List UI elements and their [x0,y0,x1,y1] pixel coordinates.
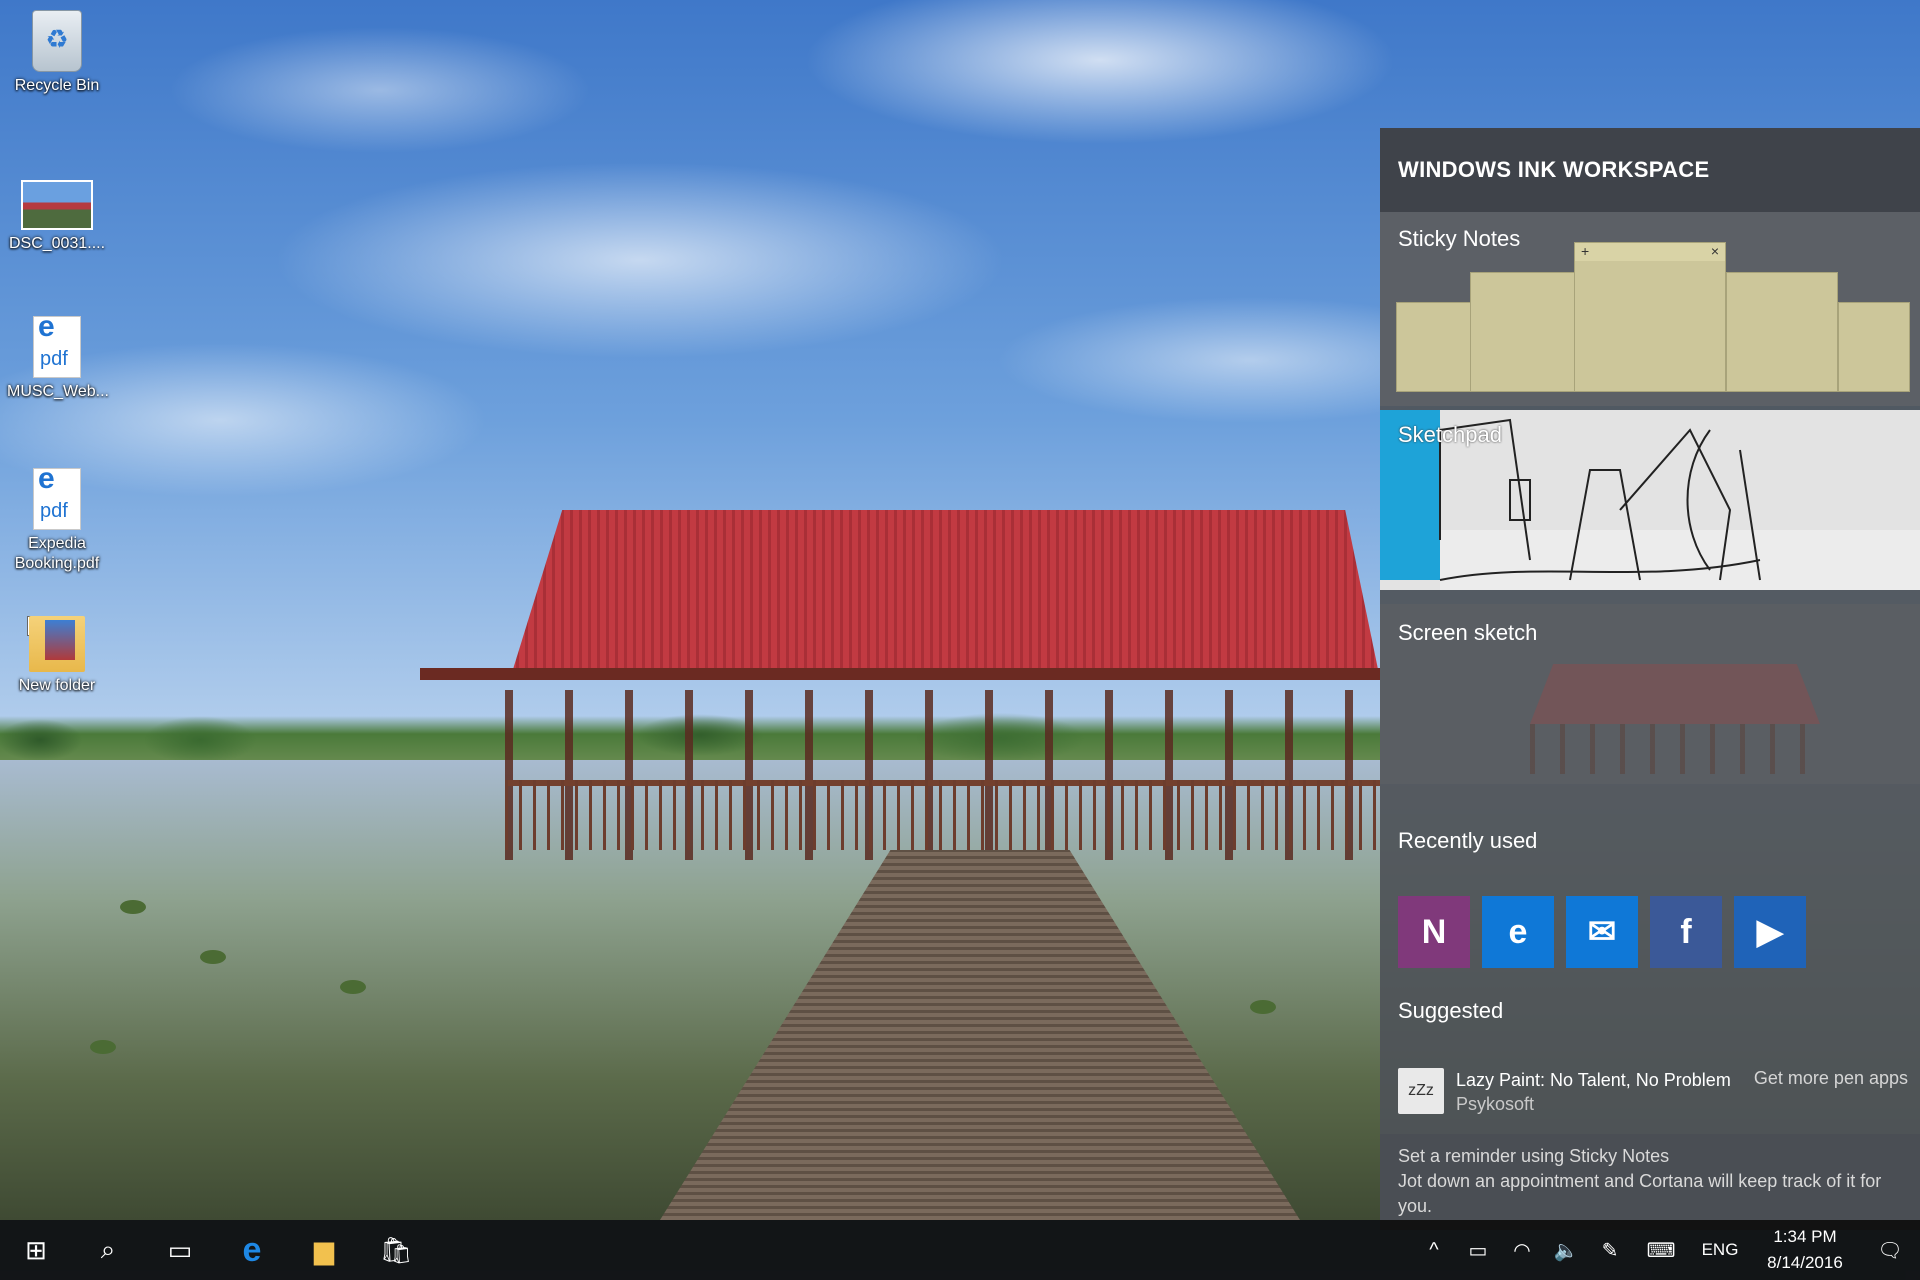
recently-used-apps: N e ✉ f ▶ [1398,896,1806,968]
pen-ink-icon[interactable]: ✎ [1588,1220,1632,1280]
sketchpad-tile[interactable]: Sketchpad [1380,410,1920,590]
screen-sketch-tile[interactable]: Screen sketch [1380,604,1920,784]
desktop-icon-label: New folder [18,677,96,694]
desktop-icon-label: MUSC_Web... [7,383,109,400]
folder-icon [29,616,85,672]
desktop-icon-new-folder[interactable]: ✓ New folder [7,616,107,696]
add-note-icon: + [1581,243,1590,259]
edge-icon[interactable]: e [216,1220,288,1280]
wallpaper-lily-pad [90,1040,116,1054]
wallpaper-lily-pad [200,950,226,964]
sticky-note [1470,272,1582,392]
onenote-icon[interactable]: N [1398,896,1470,968]
close-note-icon: × [1710,243,1719,259]
notifications-icon[interactable]: 🗨 [1860,1220,1920,1280]
screen-sketch-label: Screen sketch [1398,620,1538,645]
facebook-icon[interactable]: f [1650,896,1722,968]
sticky-notes-tile[interactable]: Sticky Notes + × [1380,212,1920,406]
taskbar: ⊞ ⌕ ▭ e ▆ 🛍 ^ ▭ ◠ 🔈 ✎ ⌨ ENG 1:34 PM 8/14… [0,1220,1920,1280]
wifi-icon[interactable]: ◠ [1500,1220,1544,1280]
task-view-icon[interactable]: ▭ [144,1220,216,1280]
wallpaper-pavilion-railing [505,780,1380,850]
screen-sketch-preview-deck [1530,724,1820,774]
sticky-notes-label: Sticky Notes [1398,226,1521,251]
suggested-app-publisher: Psykosoft [1456,1094,1535,1114]
get-more-pen-apps-link[interactable]: Get more pen apps [1754,1068,1908,1089]
search-icon[interactable]: ⌕ [72,1220,144,1280]
sticky-note-front: + × [1574,242,1726,392]
chevron-up-icon[interactable]: ^ [1412,1220,1456,1280]
desktop-icon-image-file[interactable]: DSC_0031.... [7,180,107,254]
desktop-icon-pdf-expedia[interactable]: e pdf Expedia Booking.pdf [7,462,107,574]
edge-e-glyph: e [38,462,55,495]
tip-title: Set a reminder using Sticky Notes [1398,1146,1670,1166]
wallpaper-pavilion-roof [510,510,1380,679]
system-tray: ^ ▭ ◠ 🔈 ✎ ⌨ ENG 1:34 PM 8/14/2016 🗨 [1412,1220,1920,1280]
desktop-icon-pdf-musc[interactable]: e pdf MUSC_Web... [7,310,109,402]
pdf-badge: pdf [40,348,68,370]
ink-workspace-title: WINDOWS INK WORKSPACE [1380,128,1920,212]
messenger-icon[interactable]: ✉ [1566,896,1638,968]
volume-icon[interactable]: 🔈 [1544,1220,1588,1280]
desktop-icon-label: DSC_0031.... [8,235,106,252]
wallpaper-lily-pad [1250,1000,1276,1014]
recently-used-label: Recently used [1398,828,1538,853]
store-icon[interactable]: 🛍 [360,1220,432,1280]
tip-body: Jot down an appointment and Cortana will… [1398,1171,1882,1216]
image-file-icon [21,180,93,230]
suggested-app-name: Lazy Paint: No Talent, No Problem [1456,1070,1731,1090]
lazy-paint-icon: zZz [1398,1068,1444,1114]
sticky-notes-tip[interactable]: Set a reminder using Sticky Notes Jot do… [1380,1134,1920,1230]
sketchpad-label: Sketchpad [1398,422,1502,447]
file-explorer-icon[interactable]: ▆ [288,1220,360,1280]
clock[interactable]: 1:34 PM 8/14/2016 [1750,1224,1860,1276]
language-indicator[interactable]: ENG [1690,1240,1750,1260]
wallpaper-pavilion-eave [420,668,1380,680]
edge-icon[interactable]: e [1482,896,1554,968]
desktop-icon-recycle-bin[interactable]: ♻ Recycle Bin [7,10,107,96]
play-icon[interactable]: ▶ [1734,896,1806,968]
suggested-label: Suggested [1398,998,1504,1023]
desktop-icon-label: Expedia Booking.pdf [14,535,100,572]
clock-time: 1:34 PM [1773,1227,1837,1246]
sticky-note [1838,302,1910,392]
wallpaper-lily-pad [120,900,146,914]
keyboard-icon[interactable]: ⌨ [1632,1220,1690,1280]
battery-icon[interactable]: ▭ [1456,1220,1500,1280]
suggested-app[interactable]: zZz Lazy Paint: No Talent, No Problem Ps… [1398,1068,1908,1116]
clock-date: 8/14/2016 [1767,1253,1843,1272]
screen-sketch-preview [1530,664,1820,724]
edge-pdf-icon: e pdf [33,462,81,530]
sticky-note [1396,302,1478,392]
sticky-note [1726,272,1838,392]
start-button[interactable]: ⊞ [0,1220,72,1280]
desktop-icon-label: Recycle Bin [14,77,100,94]
wallpaper-lily-pad [340,980,366,994]
edge-pdf-icon: e pdf [33,310,81,378]
pdf-badge: pdf [40,500,68,522]
ink-workspace-panel: WINDOWS INK WORKSPACE Sticky Notes + × S… [1380,128,1920,1230]
sticky-note-titlebar: + × [1575,243,1725,261]
edge-e-glyph: e [38,310,55,343]
recycle-bin-icon: ♻ [32,10,82,72]
